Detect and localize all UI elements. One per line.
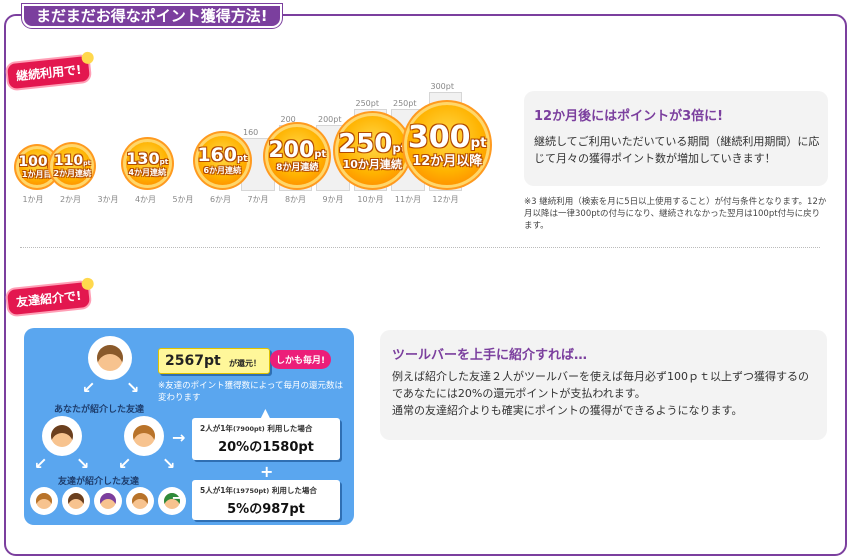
points-badge: 160pt 6か月連続 [197, 136, 247, 185]
badge-value: 110pt [54, 154, 91, 168]
referral-info-paragraph: 通常の友達紹介よりも確実にポイントの獲得ができるようになります。 [392, 404, 743, 417]
referral-result-box: 2人が1年(7900pt) 利用した場合 20%の1580pt [192, 418, 340, 460]
friend-avatar [62, 487, 90, 515]
chart-month-label: 10か月 [357, 195, 384, 204]
badge-number: 300 [407, 119, 471, 155]
arrow-down-left-icon: ↙ [34, 454, 48, 473]
badge-label: 4か月連続 [128, 167, 167, 177]
badge-unit: pt [236, 154, 248, 164]
friend-avatar [42, 416, 82, 456]
referral-info-box: ツールバーを上手に紹介すれば… 例えば紹介した友達２人がツールバーを使えば毎月必… [380, 330, 827, 440]
friend-avatar [124, 416, 164, 456]
badge-unit: pt [83, 160, 91, 167]
total-points-note: ※友達のポイント獲得数によって毎月の還元数は変わります [158, 381, 343, 403]
referral-diagram: ↙ ↘ あなたが紹介した友達 ↙ ↘ ↙ ↘ 友達が紹介した友達 → → ▲ 2… [24, 328, 354, 525]
arrow-right-icon: → [172, 488, 186, 507]
badge-value: 160pt [197, 146, 247, 165]
continuous-info-box: 12か月後にはポイントが3倍に! 継続してご利用いただいている期間（継続利用期間… [524, 91, 828, 186]
plus-icon: + [260, 462, 274, 481]
badge-label: 8か月連続 [276, 162, 319, 173]
chart-month-label: 12か月 [432, 195, 459, 204]
badge-number: 110 [53, 153, 84, 169]
condition-count: 5人が1年 [200, 486, 233, 495]
referral-info-title: ツールバーを上手に紹介すれば… [392, 348, 588, 363]
friend-avatar [94, 487, 122, 515]
chart-value-label: 160 [243, 128, 259, 137]
chart-month-label: 6か月 [209, 195, 232, 204]
chart-month-label: 8か月 [284, 195, 307, 204]
result-points: 20%の1580pt [218, 440, 314, 455]
user-avatar [88, 336, 132, 380]
arrow-down-left-icon: ↙ [82, 378, 96, 397]
badge-value: 130pt [126, 148, 169, 168]
badge-unit: pt [314, 148, 327, 160]
badge-value: 100pt [18, 155, 55, 169]
badge-label: 10か月連続 [342, 158, 402, 171]
badge-number: 160 [197, 144, 237, 166]
badge-unit: pt [159, 156, 169, 166]
label-you-referred: あなたが紹介した友達 [54, 405, 145, 415]
points-chart: 1か月 2か月 3か月 4か月 5か月 6か月 160 7か月 200 8か月 200pt 9か月 25… [8, 80, 508, 205]
friend-avatar [30, 487, 58, 515]
badge-number: 200 [268, 137, 315, 163]
arrow-down-right-icon: ↘ [126, 378, 140, 397]
total-points-box: 2567pt が還元！ [158, 348, 270, 374]
condition-points: (7900pt) [232, 425, 265, 433]
points-badge: 250pt 10か月連続 [337, 116, 407, 185]
arrow-right-icon: → [172, 428, 186, 447]
badge-value: 300pt [407, 119, 487, 155]
badge-label: 2か月連続 [53, 169, 92, 178]
chart-month-label: 4か月 [134, 195, 157, 204]
result-points: 5%の987pt [227, 502, 305, 517]
badge-number: 130 [126, 148, 160, 168]
chart-value-label: 250pt [355, 99, 379, 108]
referral-info-text: 例えば紹介した友達２人がツールバーを使えば毎月必ず100ｐｔ以上ずつ獲得するので… [392, 368, 818, 419]
referral-info-paragraph: 例えば紹介した友達２人がツールバーを使えば毎月必ず100ｐｔ以上ずつ獲得するので… [392, 370, 809, 400]
chart-month-label: 2か月 [59, 195, 82, 204]
chart-month-label: 1か月 [22, 195, 44, 204]
chart-month-label: 9か月 [322, 195, 344, 204]
chart-month-label: 11か月 [394, 195, 422, 204]
arrow-down-right-icon: ↘ [162, 454, 176, 473]
continuous-info-title: 12か月後にはポイントが3倍に! [534, 109, 724, 124]
points-badge: 110pt 2か月連続 [53, 147, 92, 185]
badge-number: 250 [338, 129, 393, 159]
chart-month-label: 7か月 [247, 195, 269, 204]
points-badge: 130pt 4か月連続 [125, 142, 169, 185]
badge-unit: pt [470, 134, 487, 151]
badge-value: 250pt [338, 131, 406, 157]
total-points-suffix: が還元！ [229, 359, 261, 368]
total-points-value: 2567pt [165, 353, 221, 369]
points-badge: 200pt 8か月連続 [268, 127, 327, 185]
chart-value-label: 300pt [430, 82, 454, 91]
badge-label: 12か月以降 [412, 153, 483, 169]
arrow-down-right-icon: ↘ [76, 454, 90, 473]
chart-month-label: 5か月 [172, 195, 194, 204]
arrow-down-left-icon: ↙ [118, 454, 132, 473]
referral-result-box: 5人が1年(19750pt) 利用した場合 5%の987pt [192, 480, 340, 520]
condition-count: 2人が1年 [200, 424, 233, 433]
chart-value-label: 200pt [318, 115, 342, 124]
chart-month-label: 3か月 [97, 195, 119, 204]
badge-number: 100 [18, 154, 48, 170]
chart-value-label: 200 [280, 115, 296, 124]
continuous-info-text: 継続してご利用いただいている期間（継続利用期間）に応じて月々の獲得ポイント数が増… [534, 135, 820, 165]
points-badge: 300pt 12か月以降 [407, 105, 488, 185]
badge-label: 1か月目 [21, 170, 52, 179]
label-friend-referred: 友達が紹介した友達 [58, 477, 140, 487]
continuous-footnote: ※3 継続利用（検索を月に5日以上使用すること）が付与条件となります。12か月以… [524, 197, 827, 231]
friend-avatar [126, 487, 154, 515]
section-divider [20, 247, 820, 248]
condition-text: 利用した場合 [267, 424, 313, 433]
chart-value-label: 250pt [393, 99, 417, 108]
monthly-pill: しかも毎月! [270, 350, 332, 369]
points-badge: 100pt 1か月目 [18, 149, 55, 185]
badge-label: 6か月連続 [203, 166, 242, 175]
page-title: まだまだお得なポイント獲得方法! [22, 4, 282, 28]
badge-value: 200pt [268, 137, 327, 163]
condition-points: (19750pt) [232, 487, 270, 495]
badge-unit: pt [392, 141, 407, 155]
condition-text: 利用した場合 [271, 486, 317, 495]
